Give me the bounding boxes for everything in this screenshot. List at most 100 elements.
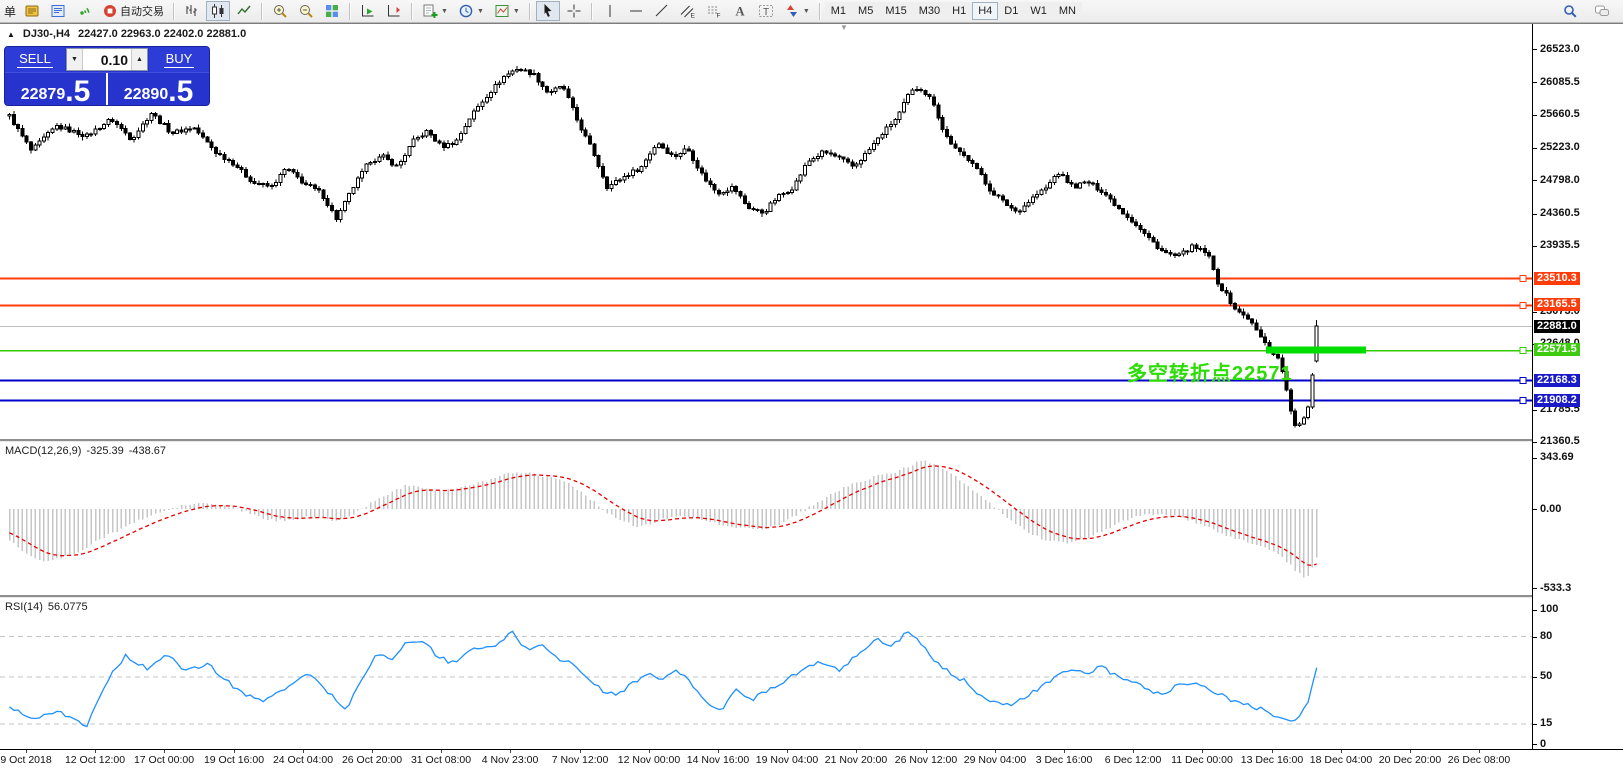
hline-icon (629, 10, 642, 12)
text-label-button[interactable]: T (754, 1, 778, 21)
market-depth-button[interactable] (46, 1, 70, 21)
timeframe-h4-button[interactable]: H4 (972, 2, 999, 20)
axis-tick (1533, 442, 1537, 443)
hline-21908.2[interactable] (0, 397, 1532, 404)
vertical-line-button[interactable] (598, 1, 622, 21)
new-chart-icon (423, 4, 438, 18)
periods-button[interactable]: ▼ (454, 1, 488, 21)
buy-price[interactable]: 22890.5 (108, 73, 209, 106)
menu-char[interactable]: 单 (4, 3, 16, 20)
sell-price[interactable]: 22879.5 (5, 73, 106, 106)
chevron-down-icon: ▼ (802, 7, 810, 15)
price-line-label[interactable]: 22881.0 (1534, 320, 1580, 333)
chat-button[interactable] (1590, 1, 1614, 21)
timeframe-h1-button[interactable]: H1 (946, 2, 973, 20)
tile-windows-icon (326, 5, 339, 17)
time-axis-label: 19 Nov 04:00 (755, 754, 819, 766)
signals-button[interactable] (72, 1, 96, 21)
toolbar-separator (349, 2, 352, 20)
line-chart-button[interactable] (232, 1, 256, 21)
price-line-label[interactable]: 23165.5 (1534, 298, 1580, 311)
time-tick (372, 750, 373, 753)
bar-chart-button[interactable] (180, 1, 204, 21)
timeframe-d1-button[interactable]: D1 (998, 2, 1025, 20)
time-tick (995, 750, 996, 753)
price-line-label[interactable]: 21908.2 (1534, 394, 1580, 407)
pane-splitter-handle[interactable]: ▼ (840, 23, 848, 32)
trendline-icon (655, 4, 668, 17)
time-axis-label: 31 Oct 08:00 (410, 754, 472, 766)
price-line-label[interactable]: 22168.3 (1534, 374, 1580, 387)
time-tick (580, 750, 581, 753)
time-axis-label: 24 Oct 04:00 (272, 754, 334, 766)
time-tick (856, 750, 857, 753)
rsi-pane (0, 630, 1532, 728)
axis-tick (1533, 724, 1537, 725)
rsi-tick-label: 50 (1540, 670, 1553, 682)
time-axis[interactable]: 9 Oct 2018 12 Oct 12:00 17 Oct 00:00 19 Oct… (0, 749, 1623, 771)
timeframe-m5-button[interactable]: M5 (852, 2, 880, 20)
hline-22168.3[interactable] (0, 377, 1532, 384)
chart-window: ▼ ▲ DJ30-,H4 22427.0 22963.0 22402.0 228… (0, 23, 1623, 771)
chat-icon (1595, 5, 1609, 16)
time-tick (1479, 750, 1480, 753)
new-order-button[interactable] (20, 1, 44, 21)
chart-shift-button[interactable] (382, 1, 406, 21)
new-chart-button[interactable]: ▼ (418, 1, 452, 21)
time-axis-label: 20 Dec 20:00 (1378, 754, 1442, 766)
time-axis-label: 4 Nov 23:00 (481, 754, 539, 766)
volume-increase-button[interactable]: ▲ (131, 49, 147, 70)
equidistant-channel-button[interactable]: E (676, 1, 700, 21)
periods-icon (459, 4, 473, 18)
autotrading-button[interactable]: 自动交易 (98, 1, 168, 21)
trendline-button[interactable] (650, 1, 674, 21)
arrow-objects-button[interactable]: ▼ (780, 1, 814, 21)
pivot-annotation-text[interactable]: 多空转折点22571 (1127, 357, 1293, 386)
price-line-label[interactable]: 23510.3 (1534, 272, 1580, 285)
timeframe-mn-button[interactable]: MN (1052, 2, 1082, 20)
time-tick (926, 750, 927, 753)
candlestick-chart-button[interactable] (206, 1, 231, 21)
auto-scroll-button[interactable] (356, 1, 380, 21)
collapse-icon[interactable]: ▲ (7, 30, 15, 39)
fibonacci-retracement-button[interactable]: F (702, 1, 726, 21)
increase-icon: ▲ (136, 56, 143, 63)
zoom-out-icon (300, 5, 313, 18)
chart-title-row: ▲ DJ30-,H4 22427.0 22963.0 22402.0 22881… (7, 28, 246, 40)
templates-button[interactable]: ▼ (490, 1, 524, 21)
axis-tick (1533, 410, 1537, 411)
macd-tick-label: 343.69 (1540, 451, 1574, 463)
price-tick-label: 21360.5 (1540, 435, 1580, 447)
time-axis-label: 12 Oct 12:00 (64, 754, 126, 766)
buy-button[interactable]: BUY (149, 47, 209, 72)
autotrading-icon (104, 5, 117, 17)
bars-icon (186, 5, 197, 16)
horizontal-line-button[interactable] (624, 1, 648, 21)
green-trend-segment[interactable] (1266, 346, 1366, 354)
volume-input[interactable] (83, 49, 131, 70)
sell-button[interactable]: SELL (5, 47, 65, 72)
text-tool-button[interactable]: A (728, 1, 752, 21)
price-axis[interactable]: 26523.0 26085.5 25660.5 25223.0 24798.0 24360… (1532, 24, 1623, 750)
one-click-trading-panel: SELL ▼ ▲ BUY 22879.5 22890.5 (4, 46, 210, 106)
timeframe-m1-button[interactable]: M1 (824, 2, 853, 20)
cursor-button[interactable] (535, 1, 560, 21)
zoom-in-button[interactable] (268, 1, 292, 21)
text-icon: A (735, 5, 744, 19)
price-line-label[interactable]: 22571.5 (1534, 343, 1580, 356)
axis-tick (1533, 115, 1537, 116)
macd-pane-separator[interactable] (0, 439, 1623, 442)
timeframe-m15-button[interactable]: M15 (879, 2, 913, 20)
search-button[interactable] (1558, 1, 1582, 21)
zoom-out-button[interactable] (294, 1, 318, 21)
axis-tick (1533, 246, 1537, 247)
volume-decrease-button[interactable]: ▼ (67, 49, 83, 70)
timeframe-m30-button[interactable]: M30 (912, 2, 947, 20)
axis-tick (1533, 82, 1537, 83)
hline-23165.5[interactable] (0, 302, 1532, 309)
hline-23510.3[interactable] (0, 275, 1532, 282)
crosshair-button[interactable] (562, 1, 586, 21)
rsi-pane-separator[interactable] (0, 595, 1623, 598)
tile-windows-button[interactable] (320, 1, 344, 21)
timeframe-w1-button[interactable]: W1 (1024, 2, 1053, 20)
